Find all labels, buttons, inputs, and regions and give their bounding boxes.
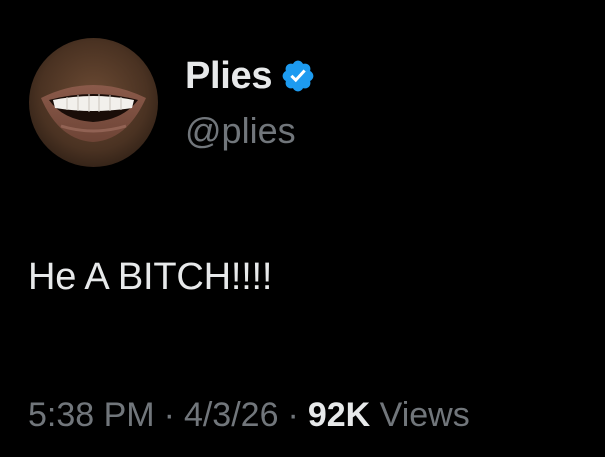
tweet-date[interactable]: 4/3/26 — [184, 396, 279, 434]
views-label[interactable]: Views — [380, 396, 470, 434]
avatar[interactable] — [29, 38, 158, 167]
tweet-text: He A BITCH!!!! — [28, 256, 273, 298]
meta-separator: · — [163, 396, 175, 434]
tweet-card: Plies @plies He A BITCH!!!! 5:38 PM · 4/3/… — [0, 0, 605, 457]
views-count[interactable]: 92K — [308, 396, 370, 434]
verified-badge-icon[interactable] — [280, 58, 316, 94]
author-name-row: Plies — [185, 52, 316, 100]
meta-separator: · — [287, 396, 299, 434]
smiling-mouth-avatar-image — [29, 38, 158, 167]
tweet-meta: 5:38 PM · 4/3/26 · 92K Views — [28, 392, 470, 438]
author-handle[interactable]: @plies — [185, 108, 296, 154]
tweet-time[interactable]: 5:38 PM — [28, 396, 155, 434]
author-display-name[interactable]: Plies — [185, 52, 273, 100]
